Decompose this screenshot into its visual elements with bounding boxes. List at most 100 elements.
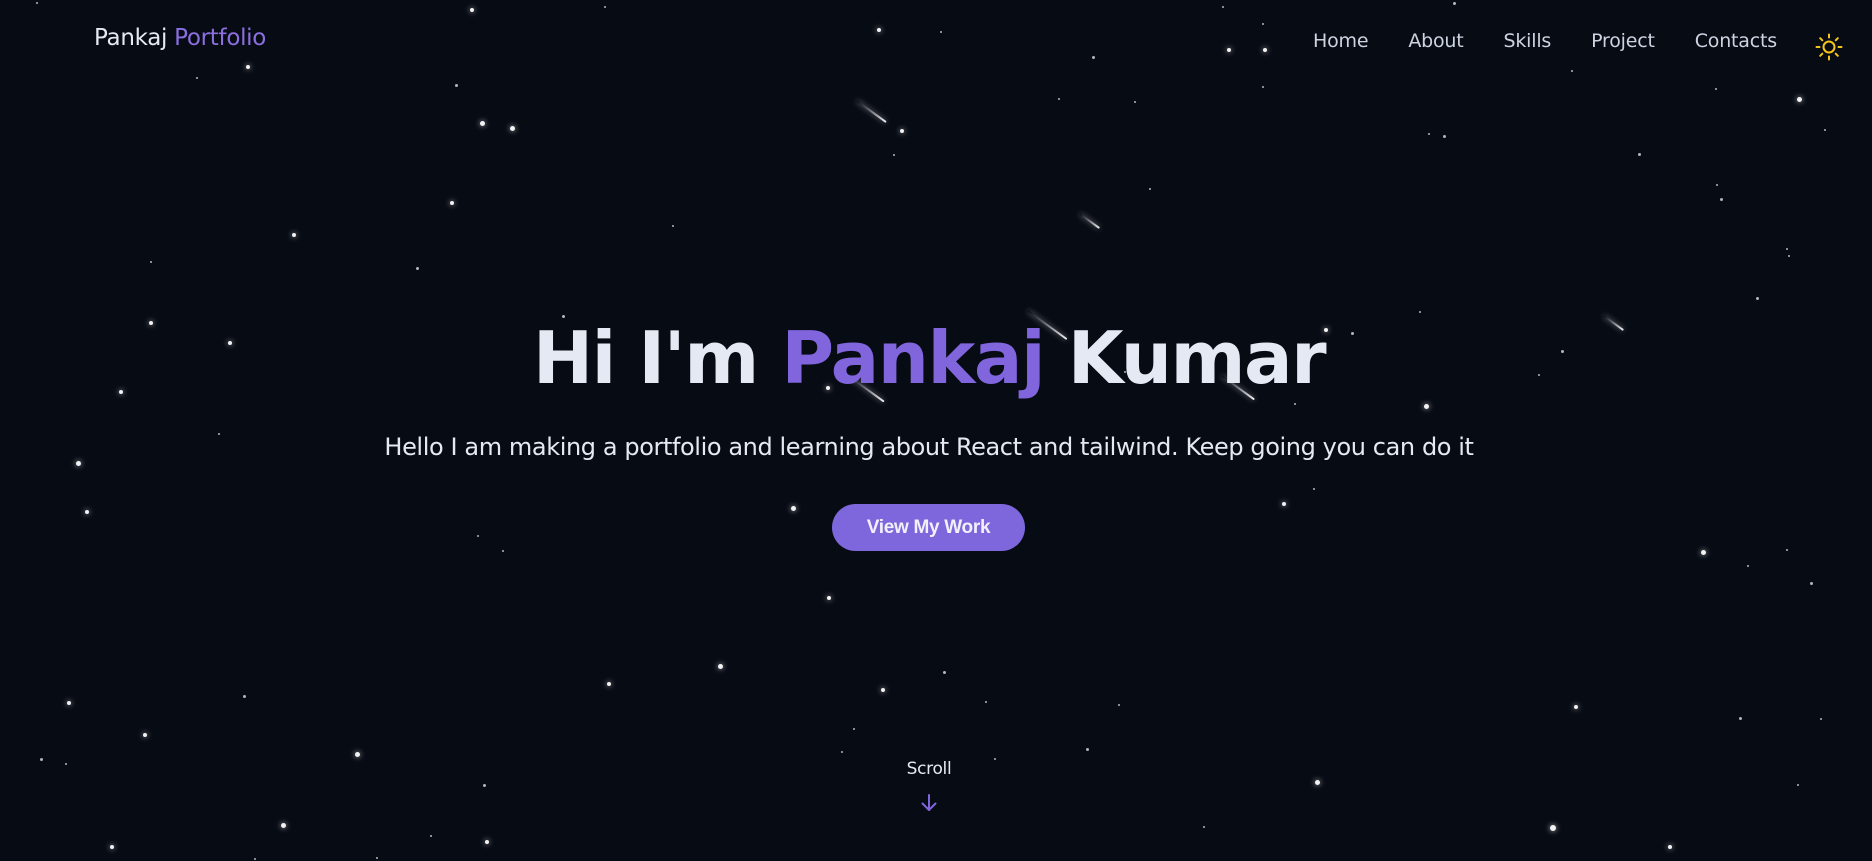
nav-home[interactable]: Home (1313, 30, 1369, 52)
star (1638, 153, 1641, 156)
star (1203, 826, 1205, 828)
hero-last-name: Kumar (1067, 316, 1327, 400)
star (1294, 403, 1296, 405)
arrow-down-icon (921, 794, 937, 811)
shooting-star (856, 100, 887, 123)
star (1756, 297, 1759, 300)
star (1282, 502, 1286, 506)
nav-contacts[interactable]: Contacts (1695, 30, 1777, 52)
star (243, 695, 246, 698)
star (430, 835, 432, 837)
scroll-down-button[interactable] (918, 792, 940, 814)
star (1720, 198, 1723, 201)
star (1149, 188, 1151, 190)
star (607, 682, 611, 686)
star (67, 701, 71, 705)
star (900, 129, 904, 133)
star (470, 8, 474, 12)
nav-skills[interactable]: Skills (1504, 30, 1552, 52)
nav-about[interactable]: About (1408, 30, 1463, 52)
star (477, 535, 479, 537)
star (604, 6, 606, 8)
star (1222, 6, 1224, 8)
star (292, 233, 296, 237)
star (1092, 56, 1095, 59)
star (841, 751, 843, 753)
star (416, 267, 419, 270)
star (1797, 97, 1802, 102)
theme-toggle-button[interactable] (1814, 32, 1844, 62)
portfolio-page: Pankaj Portfolio Home About Skills Proje… (0, 0, 1872, 861)
star (254, 858, 256, 860)
star (1797, 784, 1799, 786)
view-my-work-button[interactable]: View My Work (832, 504, 1025, 551)
star (1058, 98, 1060, 100)
star (1715, 88, 1717, 90)
star (110, 845, 114, 849)
star (1428, 133, 1430, 135)
star (1820, 718, 1822, 720)
sun-icon (1815, 33, 1843, 61)
star (893, 154, 895, 156)
star (355, 752, 360, 757)
star (246, 65, 250, 69)
star (510, 126, 515, 131)
star (450, 201, 454, 205)
star (1262, 23, 1264, 25)
star (76, 461, 81, 466)
star (1227, 48, 1231, 52)
star (483, 784, 486, 787)
hero-greeting: Hi I'm (532, 316, 759, 400)
shooting-star (1079, 213, 1101, 229)
star (1118, 704, 1120, 706)
star (985, 701, 987, 703)
star (940, 31, 942, 33)
logo-first-word: Pankaj (94, 25, 168, 51)
star (791, 506, 796, 511)
star (85, 510, 89, 514)
star (485, 840, 489, 844)
star (1419, 311, 1421, 313)
star (376, 857, 378, 859)
hero-subtitle: Hello I am making a portfolio and learni… (384, 433, 1474, 461)
star (1315, 780, 1320, 785)
star (196, 77, 198, 79)
main-nav: Home About Skills Project Contacts (1313, 30, 1817, 52)
hero-first-name: Pankaj (781, 316, 1045, 400)
star (1786, 549, 1788, 551)
star (1443, 135, 1446, 138)
scroll-label: Scroll (906, 759, 952, 779)
star (1263, 48, 1267, 52)
star (150, 261, 152, 263)
star (1788, 255, 1790, 257)
star (877, 28, 881, 32)
star (881, 688, 885, 692)
star (143, 733, 147, 737)
logo-second-word: Portfolio (174, 25, 267, 51)
site-logo[interactable]: Pankaj Portfolio (94, 25, 266, 51)
star (502, 550, 504, 552)
star (1424, 404, 1429, 409)
star (1550, 825, 1556, 831)
star (1668, 845, 1672, 849)
star (1824, 129, 1826, 131)
star (1313, 488, 1315, 490)
star (1701, 550, 1706, 555)
star (281, 823, 286, 828)
star (1453, 2, 1456, 5)
star (1810, 582, 1813, 585)
star (36, 2, 38, 4)
star (455, 84, 458, 87)
nav-project[interactable]: Project (1591, 30, 1655, 52)
star (943, 671, 946, 674)
star (1574, 705, 1578, 709)
star (718, 664, 723, 669)
starfield-background (0, 0, 1872, 861)
star (827, 596, 831, 600)
star (1739, 717, 1742, 720)
star (672, 225, 674, 227)
star (480, 121, 485, 126)
star (1786, 248, 1788, 250)
star (1716, 184, 1718, 186)
hero-heading: Hi I'm Pankaj Kumar (0, 322, 1858, 394)
